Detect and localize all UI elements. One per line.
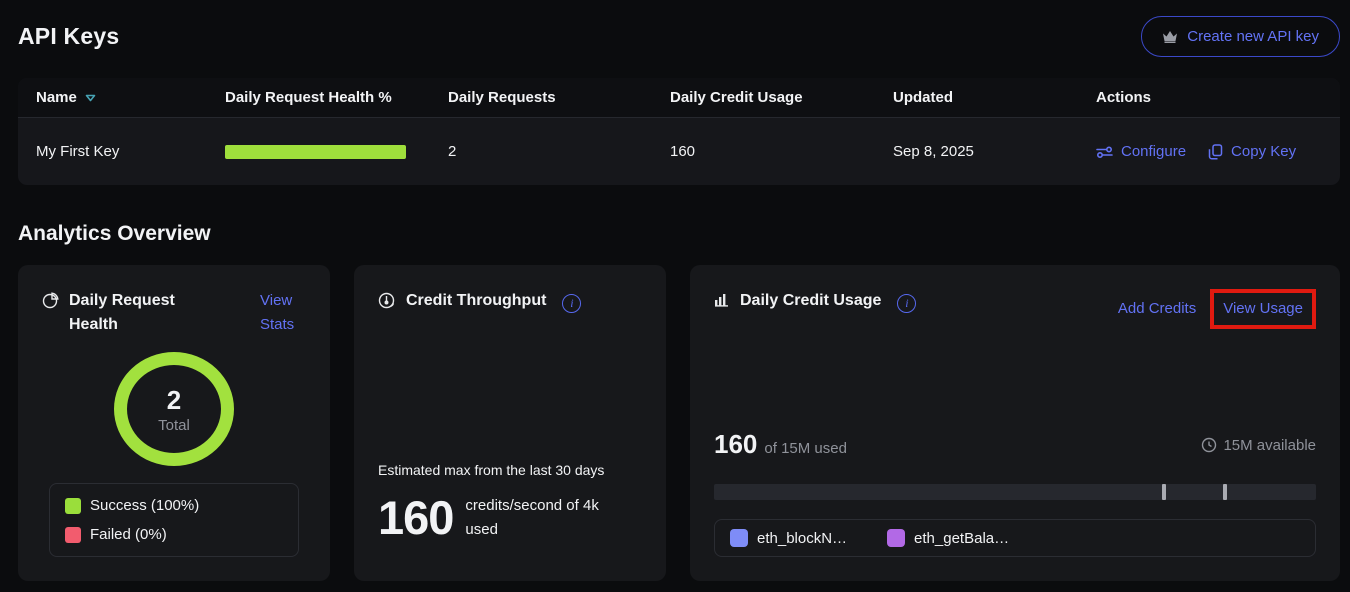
table-row: My First Key 2 160 Sep 8, 2025 Configure xyxy=(18,118,1340,185)
legend-item-eth-getbalance: eth_getBala… xyxy=(887,529,1009,547)
failed-swatch xyxy=(65,527,81,543)
throughput-card-header: Credit Throughput i xyxy=(378,289,642,313)
legend-item-failed: Failed (0%) xyxy=(65,526,283,543)
history-clock-icon xyxy=(1201,437,1217,453)
add-credits-link[interactable]: Add Credits xyxy=(1118,297,1196,321)
failed-label: Failed (0%) xyxy=(90,526,167,543)
usage-summary-row: 160 of 15M used 15M available xyxy=(714,429,1316,460)
throughput-card-title: Credit Throughput xyxy=(406,289,546,313)
throughput-unit: credits/second of 4k used xyxy=(465,494,630,542)
daily-requests-value: 2 xyxy=(448,143,670,160)
health-legend: Success (100%) Failed (0%) xyxy=(49,483,299,557)
configure-button[interactable]: Configure xyxy=(1096,143,1186,160)
annotation-highlight-box: View Usage xyxy=(1210,289,1316,329)
eth-blocknumber-swatch xyxy=(730,529,748,547)
updated-value: Sep 8, 2025 xyxy=(893,143,1096,160)
daily-request-health-card: Daily Request Health View Stats 2 Total … xyxy=(18,265,330,581)
analytics-title: Analytics Overview xyxy=(18,222,1340,246)
create-api-key-button[interactable]: Create new API key xyxy=(1141,16,1340,57)
column-header-actions: Actions xyxy=(1096,89,1322,106)
health-cell xyxy=(225,145,448,159)
analytics-cards: Daily Request Health View Stats 2 Total … xyxy=(18,265,1340,581)
legend-item-success: Success (100%) xyxy=(65,497,283,514)
credit-usage-progress-bar xyxy=(714,484,1316,500)
eth-getbalance-swatch xyxy=(887,529,905,547)
usage-card-title: Daily Credit Usage xyxy=(740,289,881,313)
copy-key-label: Copy Key xyxy=(1231,143,1296,160)
daily-credit-usage-card: Daily Credit Usage i Add Credits View Us… xyxy=(690,265,1340,581)
copy-icon xyxy=(1208,144,1223,160)
health-bar xyxy=(225,145,406,159)
usage-legend: eth_blockN… eth_getBala… xyxy=(714,519,1316,557)
info-icon[interactable]: i xyxy=(897,294,916,313)
page-title: API Keys xyxy=(18,23,119,50)
throughput-spacer xyxy=(378,313,642,462)
pie-chart-icon xyxy=(42,292,59,309)
copy-key-button[interactable]: Copy Key xyxy=(1208,143,1296,160)
health-bar-fill xyxy=(225,145,406,159)
credits-used-value: 160 xyxy=(714,429,757,460)
column-header-name: Name xyxy=(36,89,225,106)
daily-credit-usage-value: 160 xyxy=(670,143,893,160)
view-stats-link[interactable]: View Stats xyxy=(260,289,306,337)
legend-item-eth-blocknumber: eth_blockN… xyxy=(730,529,847,547)
donut-total-value: 2 xyxy=(167,385,181,416)
configure-label: Configure xyxy=(1121,143,1186,160)
view-usage-link[interactable]: View Usage xyxy=(1223,297,1303,321)
usage-card-links: Add Credits View Usage xyxy=(1118,289,1316,329)
info-icon[interactable]: i xyxy=(562,294,581,313)
eth-getbalance-label: eth_getBala… xyxy=(914,530,1009,547)
crown-icon xyxy=(1162,30,1178,43)
table-header-row: Name Daily Request Health % Daily Reques… xyxy=(18,78,1340,118)
throughput-subtitle: Estimated max from the last 30 days xyxy=(378,462,642,478)
credits-used-suffix: of 15M used xyxy=(764,440,847,457)
column-header-daily-credit-usage: Daily Credit Usage xyxy=(670,89,893,106)
usage-card-header: Daily Credit Usage i Add Credits View Us… xyxy=(714,289,1316,329)
health-card-header: Daily Request Health View Stats xyxy=(42,289,306,337)
sliders-icon xyxy=(1096,145,1113,159)
success-swatch xyxy=(65,498,81,514)
eth-blocknumber-label: eth_blockN… xyxy=(757,530,847,547)
success-label: Success (100%) xyxy=(90,497,199,514)
throughput-value-row: 160 credits/second of 4k used xyxy=(378,490,642,545)
create-api-key-label: Create new API key xyxy=(1187,28,1319,45)
throughput-value: 160 xyxy=(378,490,453,545)
gauge-icon xyxy=(378,292,396,310)
top-bar: API Keys Create new API key xyxy=(18,14,1340,58)
donut-total-label: Total xyxy=(158,417,190,434)
actions-cell: Configure Copy Key xyxy=(1096,143,1322,160)
column-header-health: Daily Request Health % xyxy=(225,89,448,106)
credit-throughput-card: Credit Throughput i Estimated max from t… xyxy=(354,265,666,581)
bar-chart-icon xyxy=(714,292,730,308)
usage-bar-marker xyxy=(1162,484,1166,500)
request-health-donut: 2 Total xyxy=(114,352,234,466)
column-header-daily-requests: Daily Requests xyxy=(448,89,670,106)
usage-bar-marker xyxy=(1223,484,1227,500)
api-keys-table: Name Daily Request Health % Daily Reques… xyxy=(18,78,1340,185)
dashboard-page: API Keys Create new API key Name Daily R… xyxy=(0,14,1350,581)
credits-available-label: 15M available xyxy=(1223,437,1316,454)
api-key-name: My First Key xyxy=(36,143,225,160)
credits-available: 15M available xyxy=(1201,437,1316,454)
health-card-title: Daily Request Health xyxy=(69,289,187,337)
column-header-updated: Updated xyxy=(893,89,1096,106)
sort-descending-icon[interactable] xyxy=(85,94,96,102)
usage-spacer xyxy=(714,329,1316,429)
